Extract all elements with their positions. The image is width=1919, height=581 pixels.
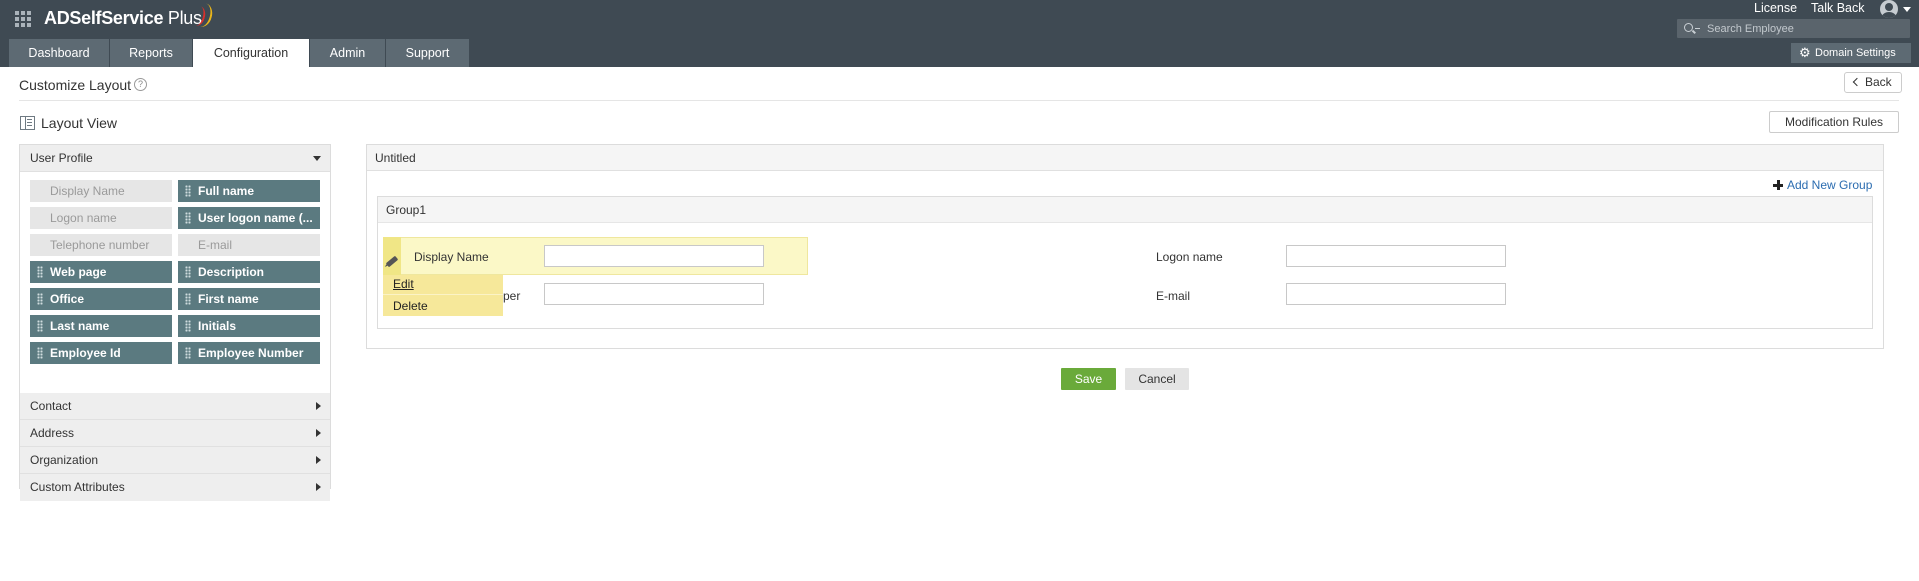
section-address[interactable]: Address bbox=[20, 420, 330, 447]
tab-reports[interactable]: Reports bbox=[110, 39, 192, 67]
drag-handle-icon[interactable] bbox=[185, 347, 191, 359]
caret-right-icon bbox=[316, 429, 321, 437]
divider bbox=[19, 100, 1899, 101]
field-chip[interactable]: Initials bbox=[178, 315, 320, 337]
field-chip: Telephone number bbox=[30, 234, 172, 256]
section-title: Custom Attributes bbox=[30, 480, 125, 494]
field-chip[interactable]: Web page bbox=[30, 261, 172, 283]
field-label-email: E-mail bbox=[1156, 289, 1191, 303]
cancel-button[interactable]: Cancel bbox=[1125, 368, 1189, 390]
save-button[interactable]: Save bbox=[1061, 368, 1116, 390]
tab-support[interactable]: Support bbox=[386, 39, 469, 67]
drag-handle-icon[interactable] bbox=[185, 212, 191, 224]
back-label: Back bbox=[1865, 75, 1892, 89]
field-chip[interactable]: Last name bbox=[30, 315, 172, 337]
domain-settings-button[interactable]: ⚙ Domain Settings bbox=[1791, 43, 1911, 63]
chevron-left-icon bbox=[1852, 77, 1862, 87]
drag-handle-icon[interactable] bbox=[37, 266, 43, 278]
section-custom-attributes[interactable]: Custom Attributes bbox=[20, 474, 330, 501]
section-contact[interactable]: Contact bbox=[20, 393, 330, 420]
main-tabs: Dashboard Reports Configuration Admin Su… bbox=[9, 39, 470, 67]
tab-configuration[interactable]: Configuration bbox=[193, 39, 309, 67]
field-chip: Display Name bbox=[30, 180, 172, 202]
caret-right-icon bbox=[316, 483, 321, 491]
layout-view-title: Layout View bbox=[41, 115, 118, 131]
drag-handle-icon[interactable] bbox=[37, 347, 43, 359]
field-context-menu: Edit Delete bbox=[383, 275, 503, 316]
group-title[interactable]: Group1 bbox=[378, 197, 1872, 223]
menu-divider bbox=[383, 294, 503, 295]
section-title: Organization bbox=[30, 453, 99, 467]
top-bar: ADSelfService Plus License Talk Back Das… bbox=[0, 0, 1919, 67]
caret-down-icon bbox=[313, 156, 321, 161]
back-button[interactable]: Back bbox=[1844, 72, 1902, 93]
field-chip[interactable]: Full name bbox=[178, 180, 320, 202]
search-icon[interactable] bbox=[1684, 23, 1693, 32]
field-chip[interactable]: Employee Number bbox=[178, 342, 320, 364]
menu-item-edit[interactable]: Edit bbox=[393, 277, 414, 291]
field-chip: E-mail bbox=[178, 234, 320, 256]
license-link[interactable]: License bbox=[1754, 1, 1797, 15]
field-label-telephone: per bbox=[503, 289, 521, 303]
edit-handle[interactable] bbox=[383, 237, 401, 275]
display-name-input[interactable] bbox=[544, 245, 764, 267]
drag-handle-icon[interactable] bbox=[185, 185, 191, 197]
search-box bbox=[1677, 19, 1910, 38]
section-user-profile[interactable]: User Profile bbox=[20, 145, 330, 172]
caret-right-icon bbox=[316, 456, 321, 464]
search-input[interactable] bbox=[1707, 19, 1907, 38]
modification-rules-button[interactable]: Modification Rules bbox=[1769, 111, 1899, 133]
talk-back-link[interactable]: Talk Back bbox=[1811, 1, 1865, 15]
brand-name: ADSelfService bbox=[44, 8, 164, 28]
field-chip[interactable]: First name bbox=[178, 288, 320, 310]
section-organization[interactable]: Organization bbox=[20, 447, 330, 474]
field-label-logon-name: Logon name bbox=[1156, 250, 1223, 264]
menu-item-delete[interactable]: Delete bbox=[393, 299, 428, 313]
telephone-input[interactable] bbox=[544, 283, 764, 305]
drag-handle-icon[interactable] bbox=[37, 293, 43, 305]
caret-right-icon bbox=[316, 402, 321, 410]
field-chip[interactable]: User logon name (... bbox=[178, 207, 320, 229]
add-group-label: Add New Group bbox=[1787, 178, 1873, 192]
brand-logo[interactable]: ADSelfService Plus bbox=[44, 8, 202, 29]
section-title: Contact bbox=[30, 399, 72, 413]
page-title: Customize Layout bbox=[19, 77, 132, 93]
field-chip[interactable]: Employee Id bbox=[30, 342, 172, 364]
field-chip[interactable]: Description bbox=[178, 261, 320, 283]
section-title: User Profile bbox=[30, 151, 93, 165]
help-icon[interactable]: ? bbox=[134, 78, 147, 91]
drag-handle-icon[interactable] bbox=[185, 320, 191, 332]
domain-settings-label: Domain Settings bbox=[1815, 47, 1896, 59]
add-new-group-link[interactable]: Add New Group bbox=[1773, 178, 1872, 192]
logon-name-input[interactable] bbox=[1286, 245, 1506, 267]
drag-handle-icon[interactable] bbox=[37, 320, 43, 332]
chevron-down-icon[interactable] bbox=[1903, 7, 1911, 12]
apps-grid-icon[interactable] bbox=[15, 11, 31, 27]
tab-dashboard[interactable]: Dashboard bbox=[9, 39, 109, 67]
tab-admin[interactable]: Admin bbox=[310, 39, 385, 67]
field-chips: Display Name Full name Logon name User l… bbox=[20, 172, 330, 393]
user-avatar-icon[interactable] bbox=[1880, 0, 1898, 18]
email-input[interactable] bbox=[1286, 283, 1506, 305]
layout-title[interactable]: Untitled bbox=[367, 145, 1883, 171]
field-palette: User Profile Display Name Full name Logo… bbox=[19, 144, 331, 501]
drag-handle-icon[interactable] bbox=[185, 293, 191, 305]
gear-icon: ⚙ bbox=[1799, 45, 1811, 60]
plus-icon bbox=[1773, 180, 1783, 190]
field-label-display-name: Display Name bbox=[414, 250, 489, 264]
section-title: Address bbox=[30, 426, 75, 440]
layout-view-icon bbox=[20, 116, 35, 130]
drag-handle-icon[interactable] bbox=[185, 266, 191, 278]
search-options-icon[interactable] bbox=[1695, 28, 1700, 30]
field-chip: Logon name bbox=[30, 207, 172, 229]
field-chip[interactable]: Office bbox=[30, 288, 172, 310]
